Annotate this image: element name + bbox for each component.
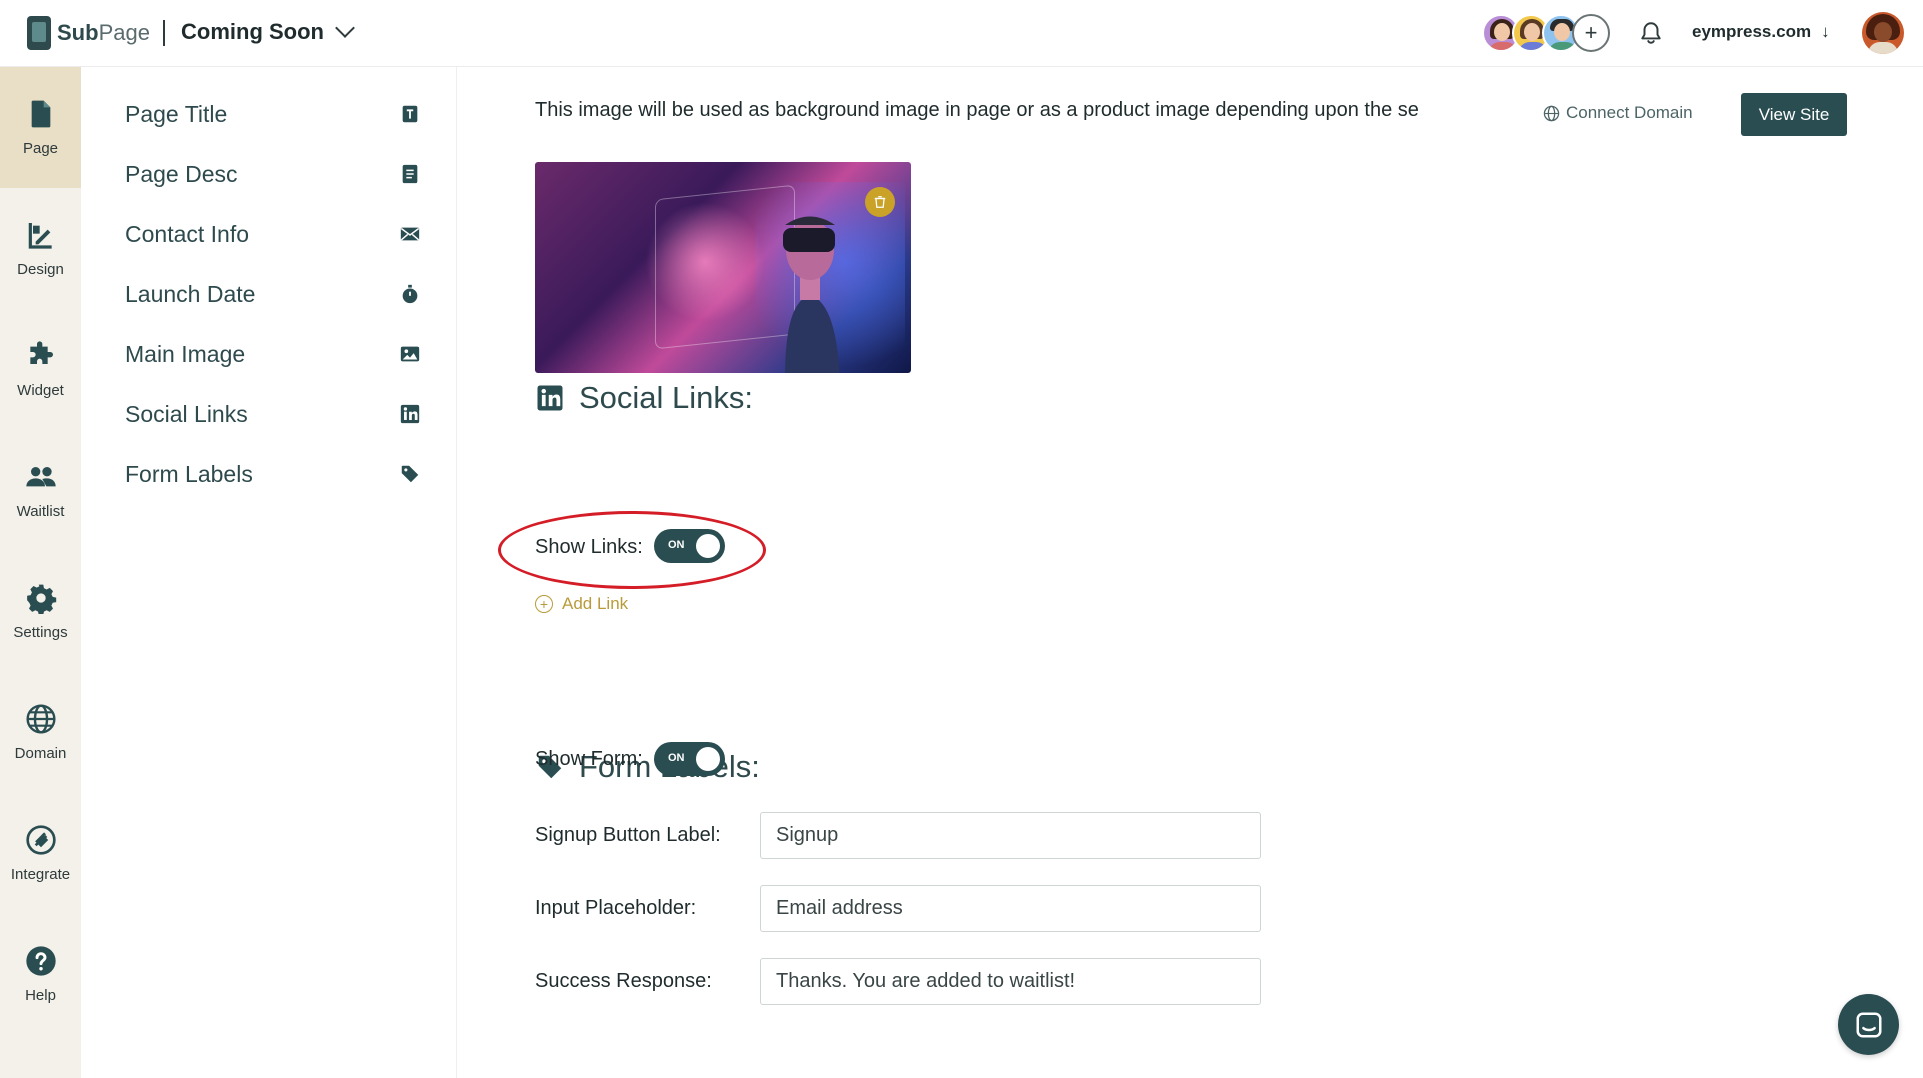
tag-icon xyxy=(401,465,419,483)
show-form-label: Show Form: xyxy=(535,748,643,770)
menu-item-form-labels[interactable]: Form Labels xyxy=(125,452,421,496)
show-links-label: Show Links: xyxy=(535,536,643,558)
rail-label: Design xyxy=(17,261,64,278)
menu-item-label: Main Image xyxy=(125,340,246,367)
brand-name-bold: Sub xyxy=(57,20,99,45)
globe-icon xyxy=(25,704,56,734)
envelope-icon xyxy=(400,227,420,241)
success-response-label: Success Response: xyxy=(535,970,712,992)
show-links-toggle[interactable]: ON xyxy=(654,529,725,563)
menu-item-label: Page Desc xyxy=(125,160,238,187)
rail-item-settings[interactable]: Settings xyxy=(0,551,81,672)
image-icon xyxy=(400,346,420,362)
vr-person-illustration xyxy=(783,216,840,373)
signup-button-label-input[interactable] xyxy=(760,812,1261,859)
linkedin-icon xyxy=(537,385,563,411)
chevron-down-icon xyxy=(335,18,355,38)
help-icon xyxy=(25,946,56,976)
view-site-button[interactable]: View Site xyxy=(1741,93,1847,136)
add-collaborator-button[interactable]: + xyxy=(1572,14,1610,52)
top-bar: SubPage Coming Soon + eympress.com ↓ xyxy=(0,0,1923,67)
success-response-input[interactable] xyxy=(760,958,1261,1005)
rail-item-widget[interactable]: Widget xyxy=(0,309,81,430)
menu-item-launch-date[interactable]: Launch Date xyxy=(125,272,421,316)
input-placeholder-label: Input Placeholder: xyxy=(535,897,697,919)
add-link-label: Add Link xyxy=(562,594,629,613)
show-form-toggle[interactable]: ON xyxy=(654,742,725,776)
left-rail: Page Design Widget Waitlist Settings Dom… xyxy=(0,67,81,1078)
logo-icon xyxy=(27,16,51,50)
gear-icon xyxy=(26,584,56,614)
main-panel: This image will be used as background im… xyxy=(456,67,1923,1078)
project-selector[interactable]: Coming Soon xyxy=(181,18,355,45)
menu-item-label: Page Title xyxy=(125,100,228,127)
globe-icon xyxy=(1543,105,1560,121)
header-divider xyxy=(163,20,165,46)
document-icon xyxy=(402,164,418,184)
rail-label: Help xyxy=(25,987,56,1004)
design-icon xyxy=(28,223,52,249)
section-title: Social Links: xyxy=(579,380,754,415)
rail-item-design[interactable]: Design xyxy=(0,188,81,309)
toggle-state-text: ON xyxy=(668,539,685,551)
text-icon xyxy=(402,105,418,123)
toggle-knob xyxy=(696,534,720,558)
input-placeholder-input[interactable] xyxy=(760,885,1261,932)
rail-item-help[interactable]: Help xyxy=(0,914,81,1035)
rail-label: Waitlist xyxy=(16,503,65,520)
menu-item-label: Form Labels xyxy=(125,460,253,487)
rail-item-page[interactable]: Page xyxy=(0,67,81,188)
users-icon xyxy=(25,467,56,487)
menu-item-page-title[interactable]: Page Title xyxy=(125,92,421,136)
menu-item-label: Launch Date xyxy=(125,280,256,307)
plus-circle-icon: + xyxy=(535,595,553,613)
rail-item-domain[interactable]: Domain xyxy=(0,672,81,793)
connect-domain-link[interactable]: Connect Domain xyxy=(1543,103,1693,123)
subpage-logo[interactable]: SubPage xyxy=(27,16,150,50)
rail-item-integrate[interactable]: Integrate xyxy=(0,793,81,914)
rail-item-waitlist[interactable]: Waitlist xyxy=(0,430,81,551)
rail-label: Domain xyxy=(14,745,67,762)
signup-button-label: Signup Button Label: xyxy=(535,824,721,846)
social-links-heading: Social Links: xyxy=(535,380,753,416)
delete-image-button[interactable] xyxy=(865,187,895,217)
bell-icon[interactable] xyxy=(1638,19,1664,47)
image-description: This image will be used as background im… xyxy=(535,99,1419,121)
linkedin-icon xyxy=(400,404,420,424)
main-image-preview xyxy=(535,162,911,373)
collaborator-avatars: + xyxy=(1482,14,1610,52)
menu-item-label: Contact Info xyxy=(125,220,250,247)
toggle-state-text: ON xyxy=(668,752,685,764)
project-name: Coming Soon xyxy=(181,19,324,44)
page-icon xyxy=(31,100,50,128)
add-link-button[interactable]: + Add Link xyxy=(535,594,628,614)
menu-item-page-desc[interactable]: Page Desc xyxy=(125,152,421,196)
arrow-down-icon: ↓ xyxy=(1821,22,1830,41)
rail-label: Settings xyxy=(13,624,68,641)
connect-domain-label: Connect Domain xyxy=(1566,103,1693,122)
stopwatch-icon xyxy=(402,284,418,304)
brand-name-light: Page xyxy=(98,20,150,45)
chat-support-button[interactable] xyxy=(1838,994,1899,1055)
rail-label: Page xyxy=(22,140,59,157)
user-avatar[interactable] xyxy=(1862,12,1904,54)
menu-item-contact-info[interactable]: Contact Info xyxy=(125,212,421,256)
plug-icon xyxy=(25,825,56,855)
rail-label: Integrate xyxy=(10,866,71,883)
menu-item-main-image[interactable]: Main Image xyxy=(125,332,421,376)
puzzle-icon xyxy=(29,341,53,364)
menu-item-social-links[interactable]: Social Links xyxy=(125,392,421,436)
rail-label: Widget xyxy=(17,382,64,399)
section-menu: Page Title Page Desc Contact Info Launch… xyxy=(81,67,456,1078)
chat-icon xyxy=(1856,1012,1881,1037)
trash-icon xyxy=(874,196,886,208)
domain-name: eympress.com xyxy=(1692,22,1812,41)
toggle-knob xyxy=(696,747,720,771)
menu-item-label: Social Links xyxy=(125,400,248,427)
domain-selector[interactable]: eympress.com ↓ xyxy=(1692,22,1830,42)
